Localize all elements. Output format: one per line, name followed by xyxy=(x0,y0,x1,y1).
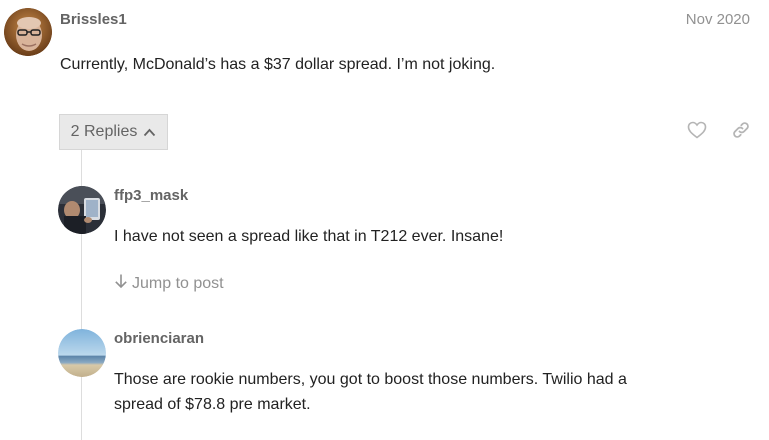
replies-toggle-button[interactable]: 2 Replies xyxy=(59,114,168,150)
replies-count-label: 2 Replies xyxy=(70,123,138,140)
chevron-up-icon xyxy=(143,128,156,137)
post-date[interactable]: Nov 2020 xyxy=(686,11,750,28)
reply-body: I have not seen a spread like that in T2… xyxy=(114,228,504,245)
jump-to-post-label: Jump to post xyxy=(132,274,224,292)
reply-username[interactable]: obrienciaran xyxy=(114,330,204,347)
heart-icon xyxy=(687,121,707,144)
arrow-down-icon xyxy=(114,273,128,294)
reply-body-line: Those are rookie numbers, you got to boo… xyxy=(114,371,627,388)
avatar[interactable] xyxy=(4,8,52,56)
share-button[interactable] xyxy=(730,121,752,143)
post-body: Currently, McDonald’s has a $37 dollar s… xyxy=(60,56,496,73)
post-username[interactable]: Brissles1 xyxy=(60,11,127,28)
link-icon xyxy=(731,120,751,145)
jump-to-post-link[interactable]: Jump to post xyxy=(114,273,224,294)
reply-body-line: spread of $78.8 pre market. xyxy=(114,396,311,413)
avatar[interactable] xyxy=(58,186,106,234)
reply-username[interactable]: ffp3_mask xyxy=(114,187,188,204)
avatar[interactable] xyxy=(58,329,106,377)
like-button[interactable] xyxy=(686,121,708,143)
